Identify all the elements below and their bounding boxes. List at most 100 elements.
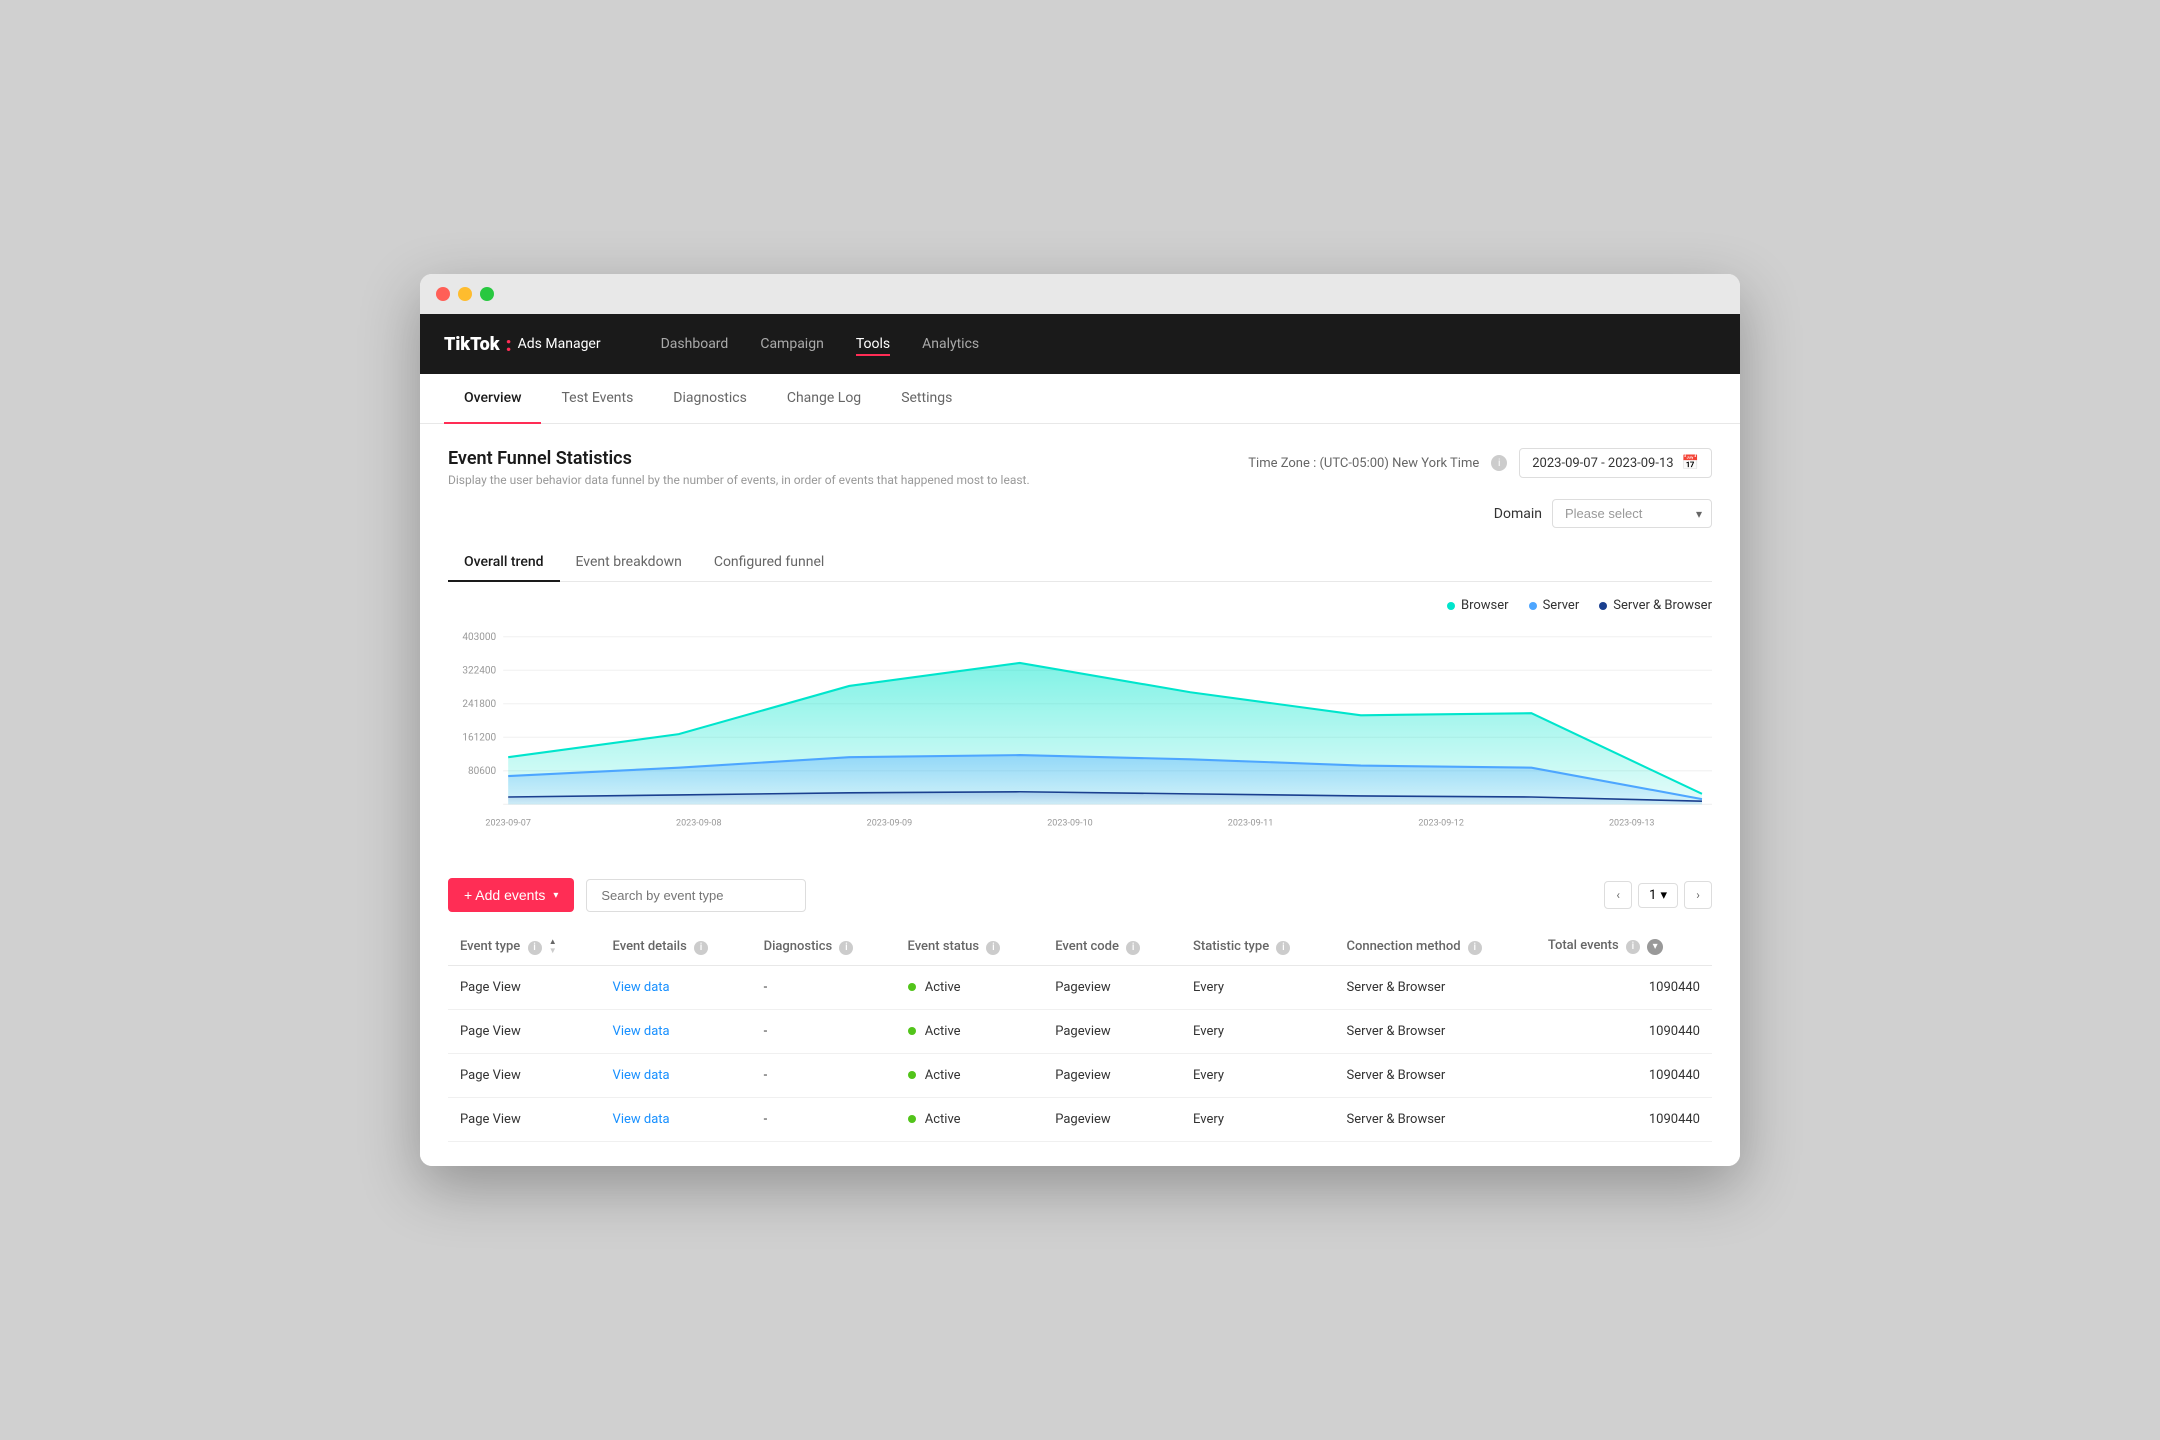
trend-tab-breakdown[interactable]: Event breakdown	[560, 544, 698, 582]
cell-event-details-3: View data	[601, 1098, 752, 1142]
legend-browser-label: Browser	[1461, 598, 1509, 613]
status-dot-0	[908, 983, 916, 991]
prev-page-button[interactable]: ‹	[1604, 881, 1632, 909]
th-event-code-label: Event code	[1055, 939, 1119, 954]
cell-total-1: 1090440	[1536, 1010, 1712, 1054]
cell-diagnostics-0: -	[752, 966, 896, 1010]
svg-text:2023-09-08: 2023-09-08	[676, 817, 722, 828]
th-event-details: Event details i	[601, 928, 752, 966]
next-page-button[interactable]: ›	[1684, 881, 1712, 909]
add-events-chevron: ▾	[553, 890, 558, 901]
cell-status-0: Active	[896, 966, 1044, 1010]
cell-event-details-1: View data	[601, 1010, 752, 1054]
cell-event-code-3: Pageview	[1043, 1098, 1181, 1142]
events-bar-left: + Add events ▾	[448, 878, 806, 912]
cell-event-code-2: Pageview	[1043, 1054, 1181, 1098]
tab-settings[interactable]: Settings	[881, 374, 972, 424]
cell-event-details-0: View data	[601, 966, 752, 1010]
th-connection-method-info[interactable]: i	[1468, 941, 1482, 955]
cell-statistic-type-3: Every	[1181, 1098, 1334, 1142]
view-data-link-2[interactable]: View data	[613, 1068, 670, 1083]
svg-text:2023-09-10: 2023-09-10	[1047, 817, 1093, 828]
date-picker[interactable]: 2023-09-07 - 2023-09-13 📅	[1519, 448, 1712, 478]
th-diagnostics-info[interactable]: i	[839, 941, 853, 955]
sort-down-icon: ▼	[549, 947, 557, 955]
th-event-code-info[interactable]: i	[1126, 941, 1140, 955]
domain-label: Domain	[1494, 506, 1542, 522]
table-row-0: Page View View data - Active Pageview Ev…	[448, 966, 1712, 1010]
sub-tabs: Overview Test Events Diagnostics Change …	[420, 374, 1740, 424]
th-total-events-info[interactable]: i	[1626, 940, 1640, 954]
add-events-button[interactable]: + Add events ▾	[448, 878, 574, 912]
timezone-info-icon[interactable]: i	[1491, 455, 1507, 471]
tab-change-log[interactable]: Change Log	[767, 374, 881, 424]
view-data-link-0[interactable]: View data	[613, 980, 670, 995]
cell-event-type-2: Page View	[448, 1054, 601, 1098]
domain-select-wrapper[interactable]: Please select	[1552, 499, 1712, 528]
th-event-type: Event type i ▲ ▼	[448, 928, 601, 966]
cell-connection-3: Server & Browser	[1334, 1098, 1535, 1142]
th-event-status: Event status i	[896, 928, 1044, 966]
legend-server-browser: Server & Browser	[1599, 598, 1712, 613]
th-event-code: Event code i	[1043, 928, 1181, 966]
status-dot-2	[908, 1071, 916, 1079]
cell-status-2: Active	[896, 1054, 1044, 1098]
brand: TikTok: Ads Manager	[444, 332, 601, 356]
nav-campaign[interactable]: Campaign	[760, 332, 823, 356]
search-input[interactable]	[586, 879, 806, 912]
table-row-1: Page View View data - Active Pageview Ev…	[448, 1010, 1712, 1054]
timezone-label: Time Zone : (UTC-05:00) New York Time	[1248, 456, 1479, 471]
nav-dashboard[interactable]: Dashboard	[661, 332, 729, 356]
tab-test-events[interactable]: Test Events	[541, 374, 653, 424]
cell-connection-1: Server & Browser	[1334, 1010, 1535, 1054]
th-connection-method-label: Connection method	[1346, 939, 1460, 954]
th-event-type-sort[interactable]: ▲ ▼	[549, 938, 557, 955]
legend-server-dot	[1529, 602, 1537, 610]
tab-overview[interactable]: Overview	[444, 374, 541, 424]
trend-tab-overall[interactable]: Overall trend	[448, 544, 560, 582]
cell-total-2: 1090440	[1536, 1054, 1712, 1098]
top-nav: TikTok: Ads Manager Dashboard Campaign T…	[420, 314, 1740, 374]
close-button[interactable]	[436, 287, 450, 301]
trend-tab-funnel[interactable]: Configured funnel	[698, 544, 840, 582]
cell-statistic-type-2: Every	[1181, 1054, 1334, 1098]
table-row-3: Page View View data - Active Pageview Ev…	[448, 1098, 1712, 1142]
th-event-type-info[interactable]: i	[528, 941, 542, 955]
sort-up-icon: ▲	[549, 938, 557, 946]
tab-diagnostics[interactable]: Diagnostics	[653, 374, 767, 424]
domain-select[interactable]: Please select	[1552, 499, 1712, 528]
th-diagnostics-label: Diagnostics	[764, 939, 833, 954]
maximize-button[interactable]	[480, 287, 494, 301]
minimize-button[interactable]	[458, 287, 472, 301]
th-total-events-label: Total events	[1548, 938, 1619, 953]
th-diagnostics: Diagnostics i	[752, 928, 896, 966]
legend-server-browser-dot	[1599, 602, 1607, 610]
funnel-controls: Time Zone : (UTC-05:00) New York Time i …	[1248, 448, 1712, 478]
search-input-wrapper	[586, 879, 806, 912]
svg-text:2023-09-12: 2023-09-12	[1418, 817, 1464, 828]
table-header-row: Event type i ▲ ▼ Event details i Diagnos…	[448, 928, 1712, 966]
svg-text:161200: 161200	[462, 730, 496, 743]
cell-total-3: 1090440	[1536, 1098, 1712, 1142]
cell-statistic-type-1: Every	[1181, 1010, 1334, 1054]
th-event-type-label: Event type	[460, 939, 520, 954]
th-event-details-label: Event details	[613, 939, 687, 954]
brand-name: TikTok	[444, 334, 500, 355]
status-dot-1	[908, 1027, 916, 1035]
th-event-status-info[interactable]: i	[986, 941, 1000, 955]
th-event-details-info[interactable]: i	[694, 941, 708, 955]
table-row-2: Page View View data - Active Pageview Ev…	[448, 1054, 1712, 1098]
view-data-link-3[interactable]: View data	[613, 1112, 670, 1127]
th-statistic-type-info[interactable]: i	[1276, 941, 1290, 955]
status-label-3: Active	[925, 1112, 961, 1127]
th-total-events-sort[interactable]: ▾	[1647, 939, 1663, 955]
chart-container: Browser Server Server & Browser 403000 3…	[448, 598, 1712, 858]
cell-diagnostics-3: -	[752, 1098, 896, 1142]
svg-text:322400: 322400	[462, 663, 496, 676]
cell-event-type-0: Page View	[448, 966, 601, 1010]
cell-event-type-1: Page View	[448, 1010, 601, 1054]
nav-analytics[interactable]: Analytics	[922, 332, 979, 356]
view-data-link-1[interactable]: View data	[613, 1024, 670, 1039]
nav-tools[interactable]: Tools	[856, 332, 890, 356]
brand-colon: :	[506, 332, 512, 356]
